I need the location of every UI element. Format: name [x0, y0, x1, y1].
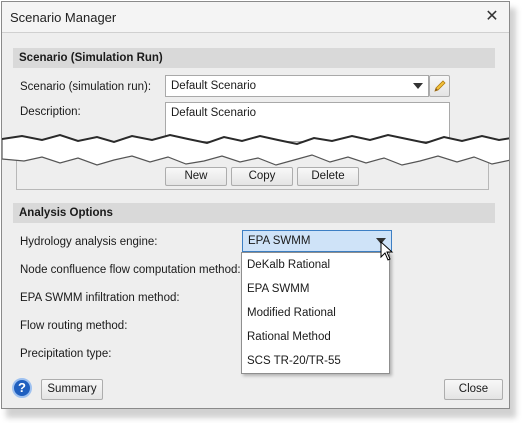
- scenario-label: Scenario (simulation run):: [20, 81, 152, 93]
- option-rational-method[interactable]: Rational Method: [242, 325, 389, 349]
- description-label: Description:: [20, 106, 81, 118]
- option-scs-tr20-tr55[interactable]: SCS TR-20/TR-55: [242, 349, 389, 373]
- node-confluence-label: Node confluence flow computation method:: [20, 264, 241, 276]
- routing-label: Flow routing method:: [20, 320, 128, 332]
- window-title: Scenario Manager: [10, 10, 117, 25]
- chevron-down-icon: [413, 83, 423, 89]
- torn-paper-break: [2, 133, 509, 166]
- option-dekalb-rational[interactable]: DeKalb Rational: [242, 253, 389, 277]
- scenario-section-header: Scenario (Simulation Run): [13, 48, 495, 68]
- mouse-cursor-icon: [380, 241, 394, 261]
- title-bar: Scenario Manager ✕: [2, 2, 509, 33]
- engine-options-list: DeKalb Rational EPA SWMM Modified Ration…: [241, 252, 390, 374]
- edit-scenario-button[interactable]: [429, 75, 450, 97]
- pencil-icon: [433, 80, 446, 92]
- engine-dropdown[interactable]: EPA SWMM: [242, 230, 392, 252]
- description-value: Default Scenario: [171, 107, 257, 119]
- summary-button[interactable]: Summary: [41, 379, 103, 400]
- close-icon[interactable]: ✕: [483, 8, 501, 26]
- engine-label: Hydrology analysis engine:: [20, 236, 158, 248]
- precipitation-label: Precipitation type:: [20, 348, 112, 360]
- option-modified-rational[interactable]: Modified Rational: [242, 301, 389, 325]
- scenario-value: Default Scenario: [171, 80, 257, 92]
- option-epa-swmm[interactable]: EPA SWMM: [242, 277, 389, 301]
- scenario-dropdown[interactable]: Default Scenario: [165, 75, 429, 97]
- engine-value: EPA SWMM: [248, 235, 311, 247]
- help-icon[interactable]: ?: [12, 378, 32, 398]
- infiltration-label: EPA SWMM infiltration method:: [20, 292, 180, 304]
- analysis-section-header: Analysis Options: [13, 203, 495, 223]
- close-button[interactable]: Close: [444, 379, 503, 400]
